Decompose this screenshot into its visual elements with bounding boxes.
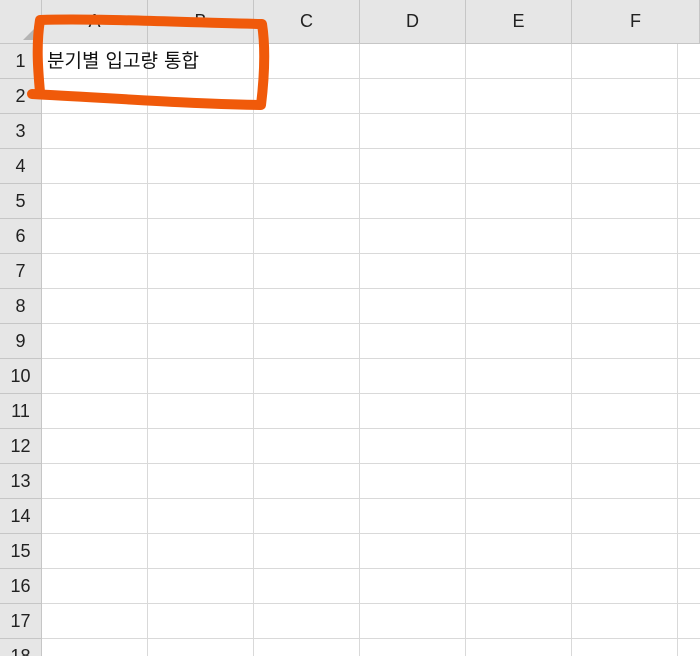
row-header-2[interactable]: 2 [0,79,42,114]
row-header-7[interactable]: 7 [0,254,42,289]
row-header-8[interactable]: 8 [0,289,42,324]
row-header-10[interactable]: 10 [0,359,42,394]
spreadsheet: ABCDEF 1 2 3 4 5 6 7 8 9 10 11 12 13 14 15 16 17 18 분기별 입… [0,0,700,656]
select-all-corner[interactable] [0,0,42,44]
column-header-a[interactable]: A [42,0,148,44]
gridline-horizontal [42,358,700,359]
row-header-17[interactable]: 17 [0,604,42,639]
cell-a1-text: 분기별 입고량 통합 [47,50,199,72]
row-header-5[interactable]: 5 [0,184,42,219]
row-header-4[interactable]: 4 [0,149,42,184]
gridline-horizontal [42,113,700,114]
gridline-horizontal [42,463,700,464]
column-header-c[interactable]: C [254,0,360,44]
row-header-9[interactable]: 9 [0,324,42,359]
gridline-horizontal [42,603,700,604]
gridline-horizontal [42,393,700,394]
gridline-horizontal [42,638,700,639]
gridline-horizontal [42,498,700,499]
row-header-1[interactable]: 1 [0,44,42,79]
row-header-11[interactable]: 11 [0,394,42,429]
row-header-16[interactable]: 16 [0,569,42,604]
row-header-13[interactable]: 13 [0,464,42,499]
column-header-d[interactable]: D [360,0,466,44]
row-header-12[interactable]: 12 [0,429,42,464]
gridline-horizontal [42,533,700,534]
column-header-f[interactable]: F [572,0,700,44]
gridline-horizontal [42,218,700,219]
orange-highlight-annotation [27,14,270,110]
column-header-e[interactable]: E [466,0,572,44]
row-header-15[interactable]: 15 [0,534,42,569]
row-header-18[interactable]: 18 [0,639,42,656]
gridline-vertical [571,44,572,656]
gridline-horizontal [42,323,700,324]
gridline-horizontal [42,428,700,429]
gridline-horizontal [42,253,700,254]
select-all-triangle-icon [23,25,38,40]
row-header-6[interactable]: 6 [0,219,42,254]
gridline-vertical [147,44,148,656]
column-header-b[interactable]: B [148,0,254,44]
row-header-3[interactable]: 3 [0,114,42,149]
gridline-vertical [677,44,678,656]
row-header-14[interactable]: 14 [0,499,42,534]
gridline-vertical [465,44,466,656]
gridline-horizontal [42,568,700,569]
gridline-horizontal [42,288,700,289]
gridline-vertical [253,44,254,656]
gridline-horizontal [42,183,700,184]
gridline-vertical [359,44,360,656]
gridline-horizontal [42,148,700,149]
